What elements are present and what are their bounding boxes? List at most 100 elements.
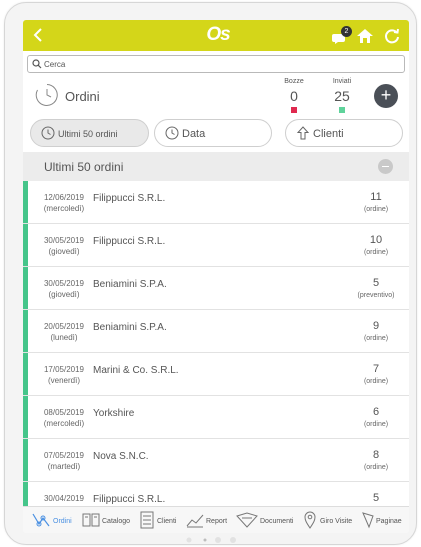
- order-date-block: 30/05/2019 (giovedì): [38, 278, 90, 300]
- order-weekday: (martedì): [47, 462, 81, 471]
- nav-paginae[interactable]: Paginae: [361, 509, 407, 531]
- clock-icon: [41, 126, 55, 140]
- nav-documenti[interactable]: Documenti: [236, 509, 296, 531]
- order-date: 17/05/2019: [43, 365, 85, 374]
- nav-label: Ordini: [53, 518, 72, 525]
- order-row[interactable]: 30/04/2019 Filippucci S.R.L. 5: [23, 482, 409, 506]
- filter-label: Clienti: [313, 128, 344, 140]
- collapse-icon[interactable]: [378, 159, 393, 174]
- sent-count: 25: [334, 88, 350, 104]
- order-customer: Filippucci S.R.L.: [93, 494, 166, 505]
- top-bar: Os 2: [23, 20, 409, 51]
- nav-catalogo[interactable]: Catalogo: [82, 509, 132, 531]
- order-date: 08/05/2019: [43, 408, 85, 417]
- order-number: 7: [372, 363, 380, 375]
- order-row[interactable]: 30/05/2019 (giovedì) Filippucci S.R.L. 1…: [23, 224, 409, 267]
- filter-label: Ultimi 50 ordini: [58, 129, 118, 139]
- nav-label: Documenti: [260, 518, 294, 525]
- section-header: Ultimi 50 ordini: [23, 152, 409, 181]
- add-order-button[interactable]: +: [374, 84, 398, 108]
- orders-list: 12/06/2019 (mercoledì) Filippucci S.R.L.…: [23, 181, 409, 506]
- sent-stat[interactable]: Inviati 25: [322, 78, 362, 113]
- map-pin-icon: [304, 511, 316, 529]
- order-number: 8: [372, 449, 380, 461]
- order-type: (ordine): [363, 421, 389, 428]
- order-weekday: (lunedì): [50, 333, 78, 342]
- order-number: 9: [372, 320, 380, 332]
- order-date-block: 07/05/2019 (martedì): [38, 450, 90, 472]
- order-type: (ordine): [363, 464, 389, 471]
- nav-label: Catalogo: [102, 518, 131, 525]
- nav-clienti[interactable]: Clienti: [139, 509, 179, 531]
- order-weekday: (venerdì): [47, 376, 80, 385]
- order-date: 30/05/2019: [43, 236, 85, 245]
- search-box[interactable]: [27, 55, 405, 73]
- filter-clients[interactable]: Clienti: [285, 119, 403, 147]
- app-logo: Os: [206, 24, 230, 45]
- order-date: 07/05/2019: [43, 451, 85, 460]
- order-type: (preventivo): [357, 292, 395, 299]
- order-weekday: (mercoledì): [43, 419, 85, 428]
- home-icon[interactable]: [356, 27, 374, 45]
- status-bar: [23, 310, 28, 352]
- status-bar: [23, 267, 28, 309]
- status-bar: [23, 396, 28, 438]
- order-number: 10: [369, 234, 383, 246]
- order-type: (ordine): [363, 335, 389, 342]
- order-number: 5: [372, 492, 380, 504]
- order-date: 30/05/2019: [43, 279, 85, 288]
- order-date-block: 17/05/2019 (venerdì): [38, 364, 90, 386]
- nav-label: Giro Visite: [320, 518, 353, 525]
- nav-report[interactable]: Report: [186, 509, 228, 531]
- status-bar: [23, 353, 28, 395]
- order-number: 11: [370, 191, 382, 203]
- order-type: (ordine): [363, 378, 389, 385]
- order-weekday: (mercoledì): [43, 204, 85, 213]
- sent-label: Inviati: [332, 78, 352, 85]
- paginae-icon: [362, 512, 374, 529]
- nav-label: Clienti: [157, 518, 177, 525]
- order-weekday: (giovedì): [48, 247, 80, 256]
- order-customer: Beniamini S.P.A.: [93, 322, 167, 333]
- order-date-block: 12/06/2019 (mercoledì): [38, 192, 90, 214]
- sync-icon[interactable]: [383, 27, 401, 45]
- order-customer: Marini & Co. S.R.L.: [93, 365, 179, 376]
- order-row[interactable]: 12/06/2019 (mercoledì) Filippucci S.R.L.…: [23, 181, 409, 224]
- clients-icon: [140, 511, 154, 529]
- order-customer: Yorkshire: [93, 408, 135, 419]
- order-date: 30/04/2019: [43, 494, 85, 503]
- order-weekday: (giovedì): [48, 290, 80, 299]
- nav-ordini[interactable]: Ordini: [31, 509, 79, 531]
- nav-giro-visite[interactable]: Giro Visite: [303, 509, 359, 531]
- catalog-icon: [82, 513, 100, 527]
- order-row[interactable]: 08/05/2019 (mercoledì) Yorkshire 6 (ordi…: [23, 396, 409, 439]
- order-date: 12/06/2019: [43, 193, 85, 202]
- clock-icon: [165, 126, 179, 140]
- order-customer: Filippucci S.R.L.: [93, 193, 166, 204]
- page-title: Ordini: [65, 89, 100, 104]
- status-bar: [23, 181, 28, 223]
- drafts-stat[interactable]: Bozze 0: [274, 78, 314, 113]
- search-input[interactable]: [44, 57, 399, 71]
- order-row[interactable]: 07/05/2019 (martedì) Nova S.N.C. 8 (ordi…: [23, 439, 409, 482]
- page-indicator: [186, 537, 236, 543]
- bottom-nav: Ordini Catalogo Clienti Report Documenti…: [23, 506, 409, 533]
- order-number: 5: [372, 277, 380, 289]
- order-row[interactable]: 20/05/2019 (lunedì) Beniamini S.P.A. 9 (…: [23, 310, 409, 353]
- order-date: 20/05/2019: [43, 322, 85, 331]
- orders-clock-icon: [35, 84, 58, 106]
- order-number: 6: [372, 406, 380, 418]
- drafts-label: Bozze: [284, 78, 304, 85]
- filter-date[interactable]: Data: [154, 119, 272, 147]
- nav-label: Paginae: [376, 518, 402, 525]
- status-bar: [23, 482, 28, 506]
- order-row[interactable]: 30/05/2019 (giovedì) Beniamini S.P.A. 5 …: [23, 267, 409, 310]
- notification-badge: 2: [341, 26, 352, 37]
- order-date-block: 08/05/2019 (mercoledì): [38, 407, 90, 429]
- search-icon: [32, 59, 42, 69]
- order-row[interactable]: 17/05/2019 (venerdì) Marini & Co. S.R.L.…: [23, 353, 409, 396]
- orders-icon: [32, 513, 50, 527]
- back-arrow-icon[interactable]: [29, 25, 47, 45]
- order-date-block: 30/05/2019 (giovedì): [38, 235, 90, 257]
- filter-last-50[interactable]: Ultimi 50 ordini: [30, 119, 149, 147]
